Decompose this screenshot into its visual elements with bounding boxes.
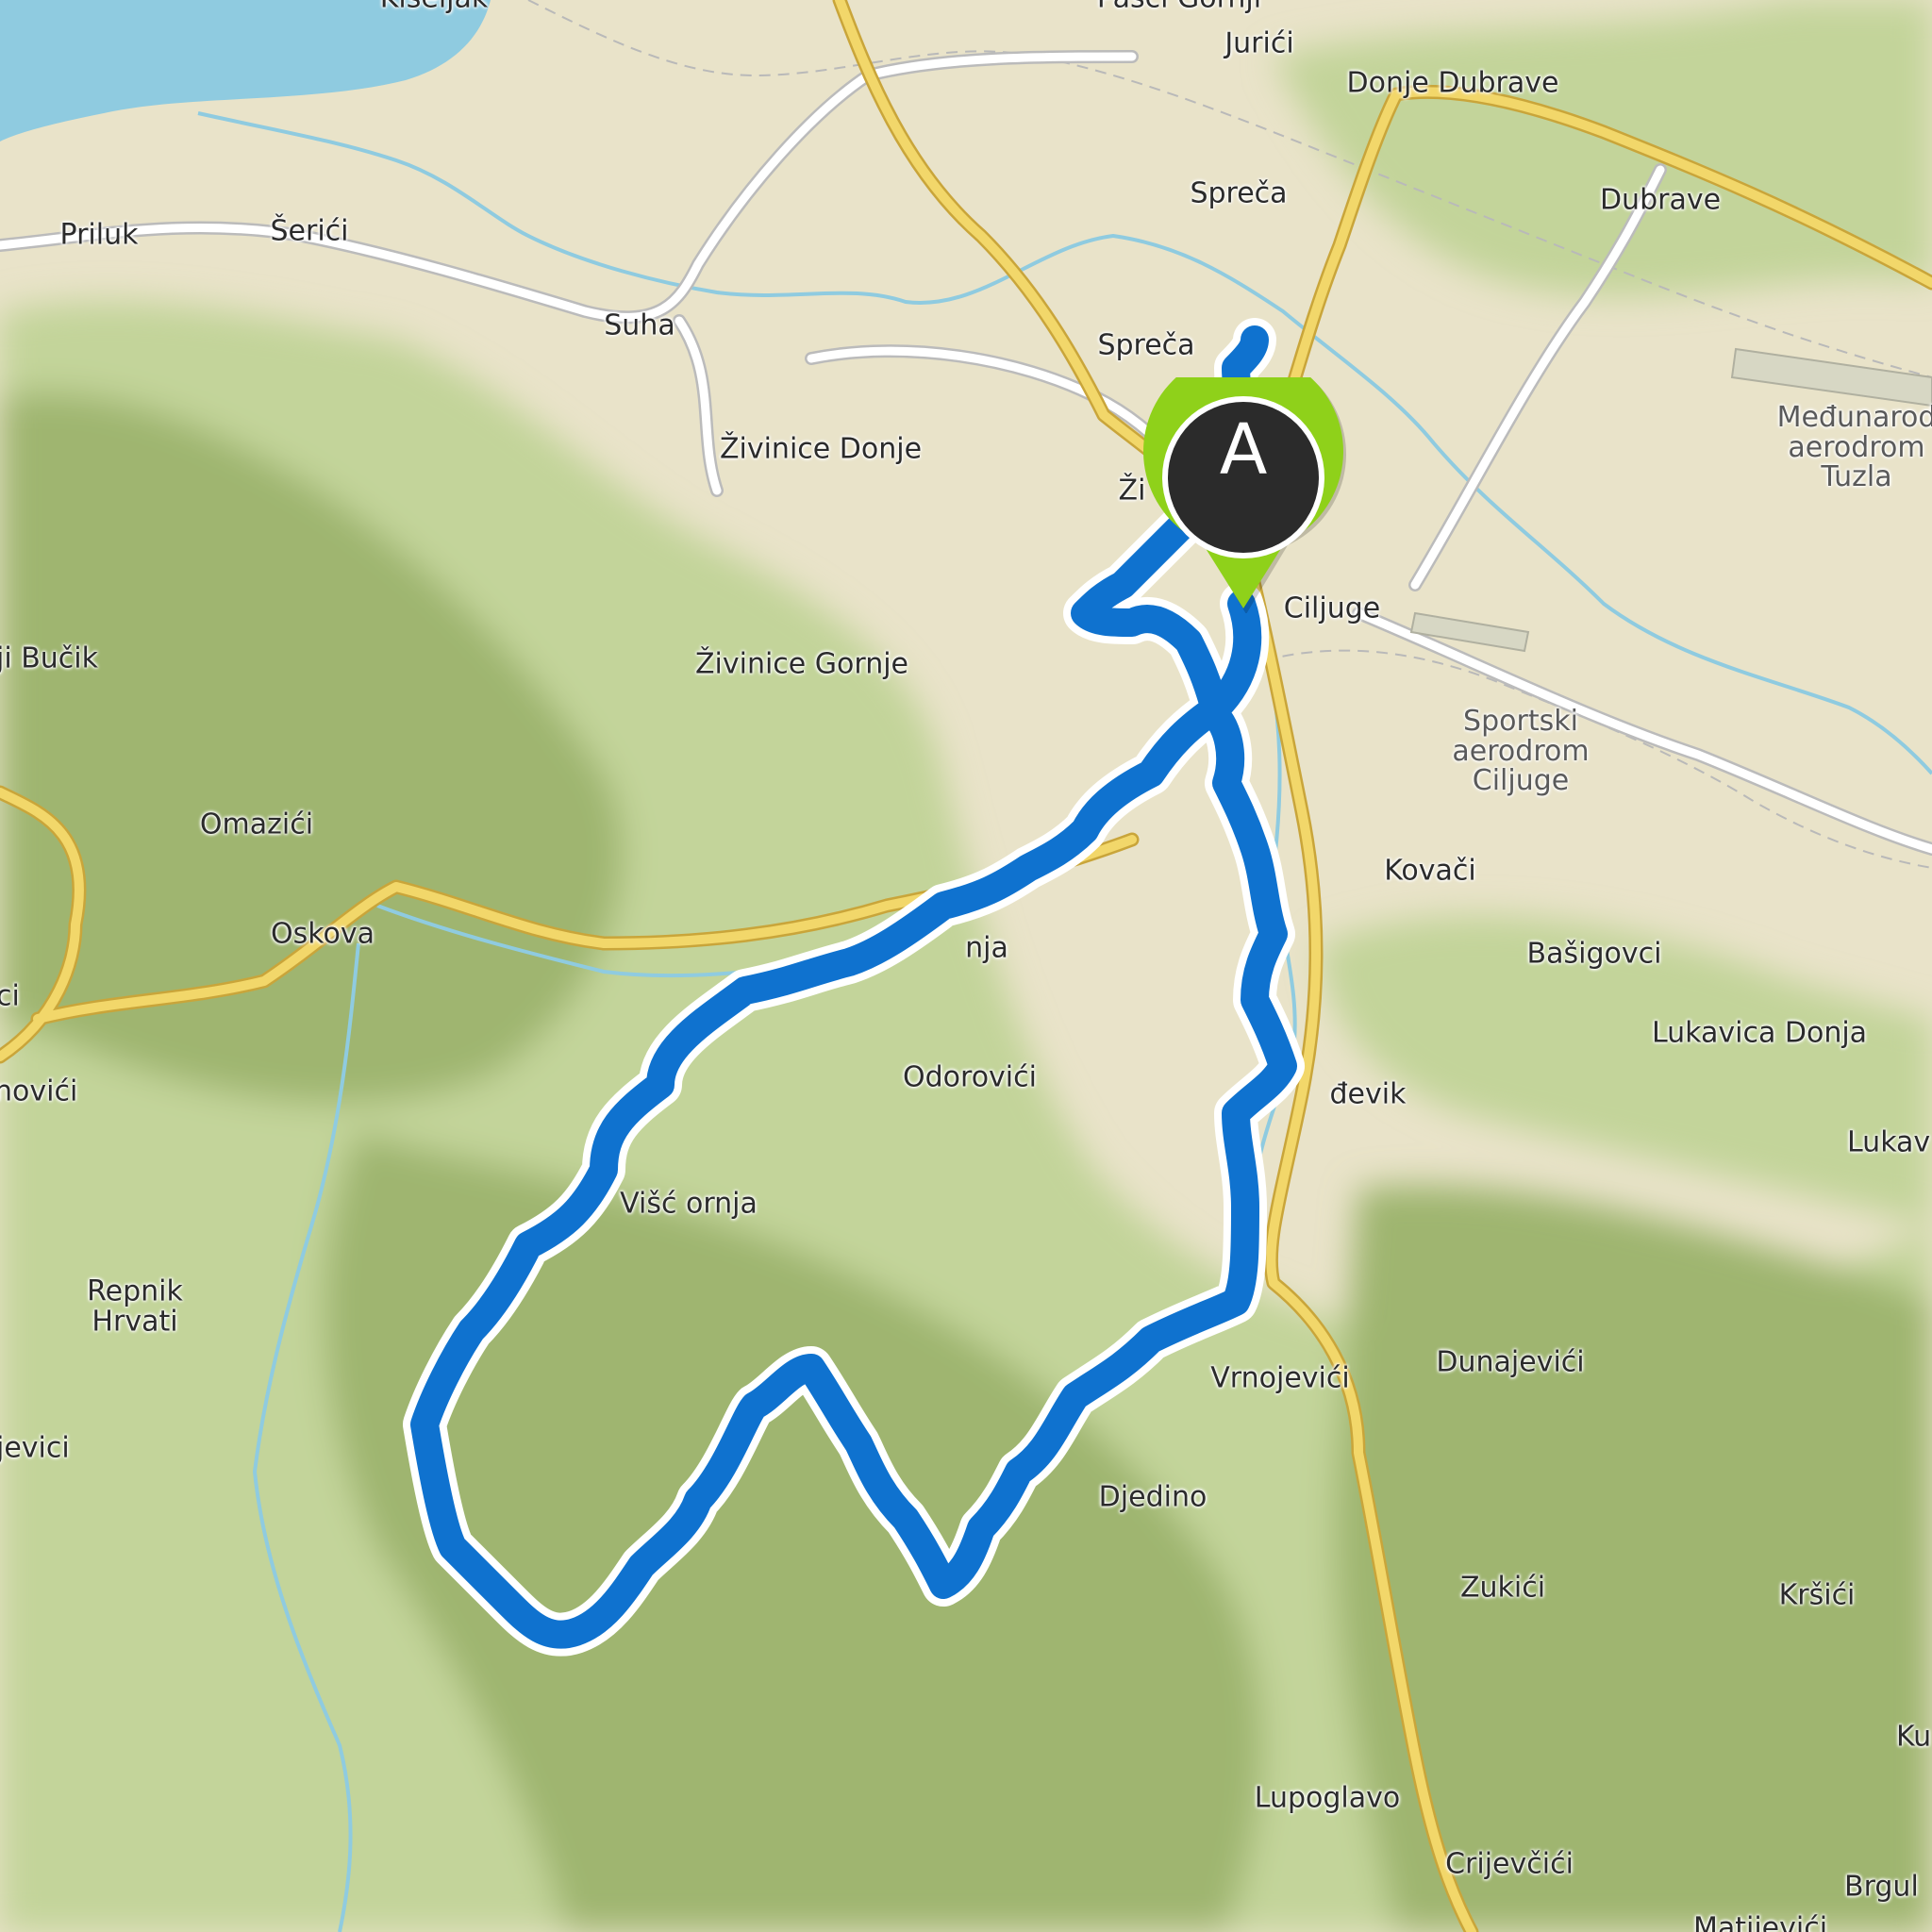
place-label-omazici: Omazići (199, 808, 314, 841)
place-label-lukav: Lukav (1847, 1125, 1931, 1159)
place-label-vrnojevici: Vrnojevići (1210, 1361, 1350, 1395)
place-label-oskova: Oskova (270, 917, 375, 951)
place-label-kiseljak: Kiseljak (380, 0, 489, 13)
place-label-ci: ci (0, 979, 20, 1013)
place-label-pasci-gornji: Pasci Gornji (1097, 0, 1261, 13)
place-label-ku: Ku (1896, 1720, 1932, 1754)
place-label-zivinice-donje: Živinice Donje (719, 432, 923, 466)
place-label-zukici: Zukići (1459, 1571, 1546, 1605)
marker-label: A (1219, 409, 1268, 491)
map-canvas[interactable]: Kiseljak Pasci Gornji Jurići Donje Dubra… (0, 0, 1932, 1932)
place-label-donje-dubrave: Donje Dubrave (1346, 66, 1559, 100)
place-label-krsici: Kršići (1778, 1578, 1856, 1612)
place-label-airport-tuzla: Međunarod aerodrom Tuzla (1776, 400, 1932, 493)
place-label-priluk: Priluk (59, 218, 139, 252)
place-label-devik: đevik (1329, 1077, 1407, 1111)
place-label-zivinice-gornje: Živinice Gornje (694, 647, 909, 681)
place-label-jevici: jevici (0, 1431, 70, 1465)
place-label-repnik-hrvati: Repnik Hrvati (87, 1274, 183, 1338)
start-marker[interactable]: A (1140, 377, 1347, 613)
place-label-spreca-1: Spreča (1190, 176, 1288, 210)
place-label-serici: Šerići (270, 214, 349, 248)
place-label-lukavica-donja: Lukavica Donja (1651, 1016, 1868, 1050)
place-label-spreca-2: Spreča (1097, 328, 1195, 362)
place-label-djedino: Djedino (1098, 1480, 1208, 1514)
place-label-odorovici: Odorovići (903, 1060, 1037, 1094)
place-label-matijevici: Matijevići (1692, 1911, 1828, 1932)
place-label-dubrave: Dubrave (1599, 183, 1722, 217)
place-label-lupoglavo: Lupoglavo (1254, 1781, 1401, 1815)
place-label-novici: novići (0, 1074, 78, 1108)
place-label-brgul: Brgul (1844, 1870, 1919, 1904)
place-label-bucik: ji Bučik (0, 641, 99, 675)
place-label-kovaci: Kovači (1384, 854, 1476, 888)
place-label-suha: Suha (604, 308, 675, 342)
place-label-basigovci: Bašigovci (1526, 937, 1662, 971)
place-label-visca-gornja: Višć ornja (620, 1187, 758, 1221)
place-label-airport-ciljuge: Sportski aerodrom Ciljuge (1452, 704, 1590, 797)
place-label-jurici: Jurići (1224, 26, 1294, 60)
place-label-dunajevici: Dunajevići (1436, 1345, 1585, 1379)
place-label-bare-donja: nja (965, 931, 1008, 965)
place-label-crijevcici: Crijevčići (1445, 1847, 1574, 1881)
